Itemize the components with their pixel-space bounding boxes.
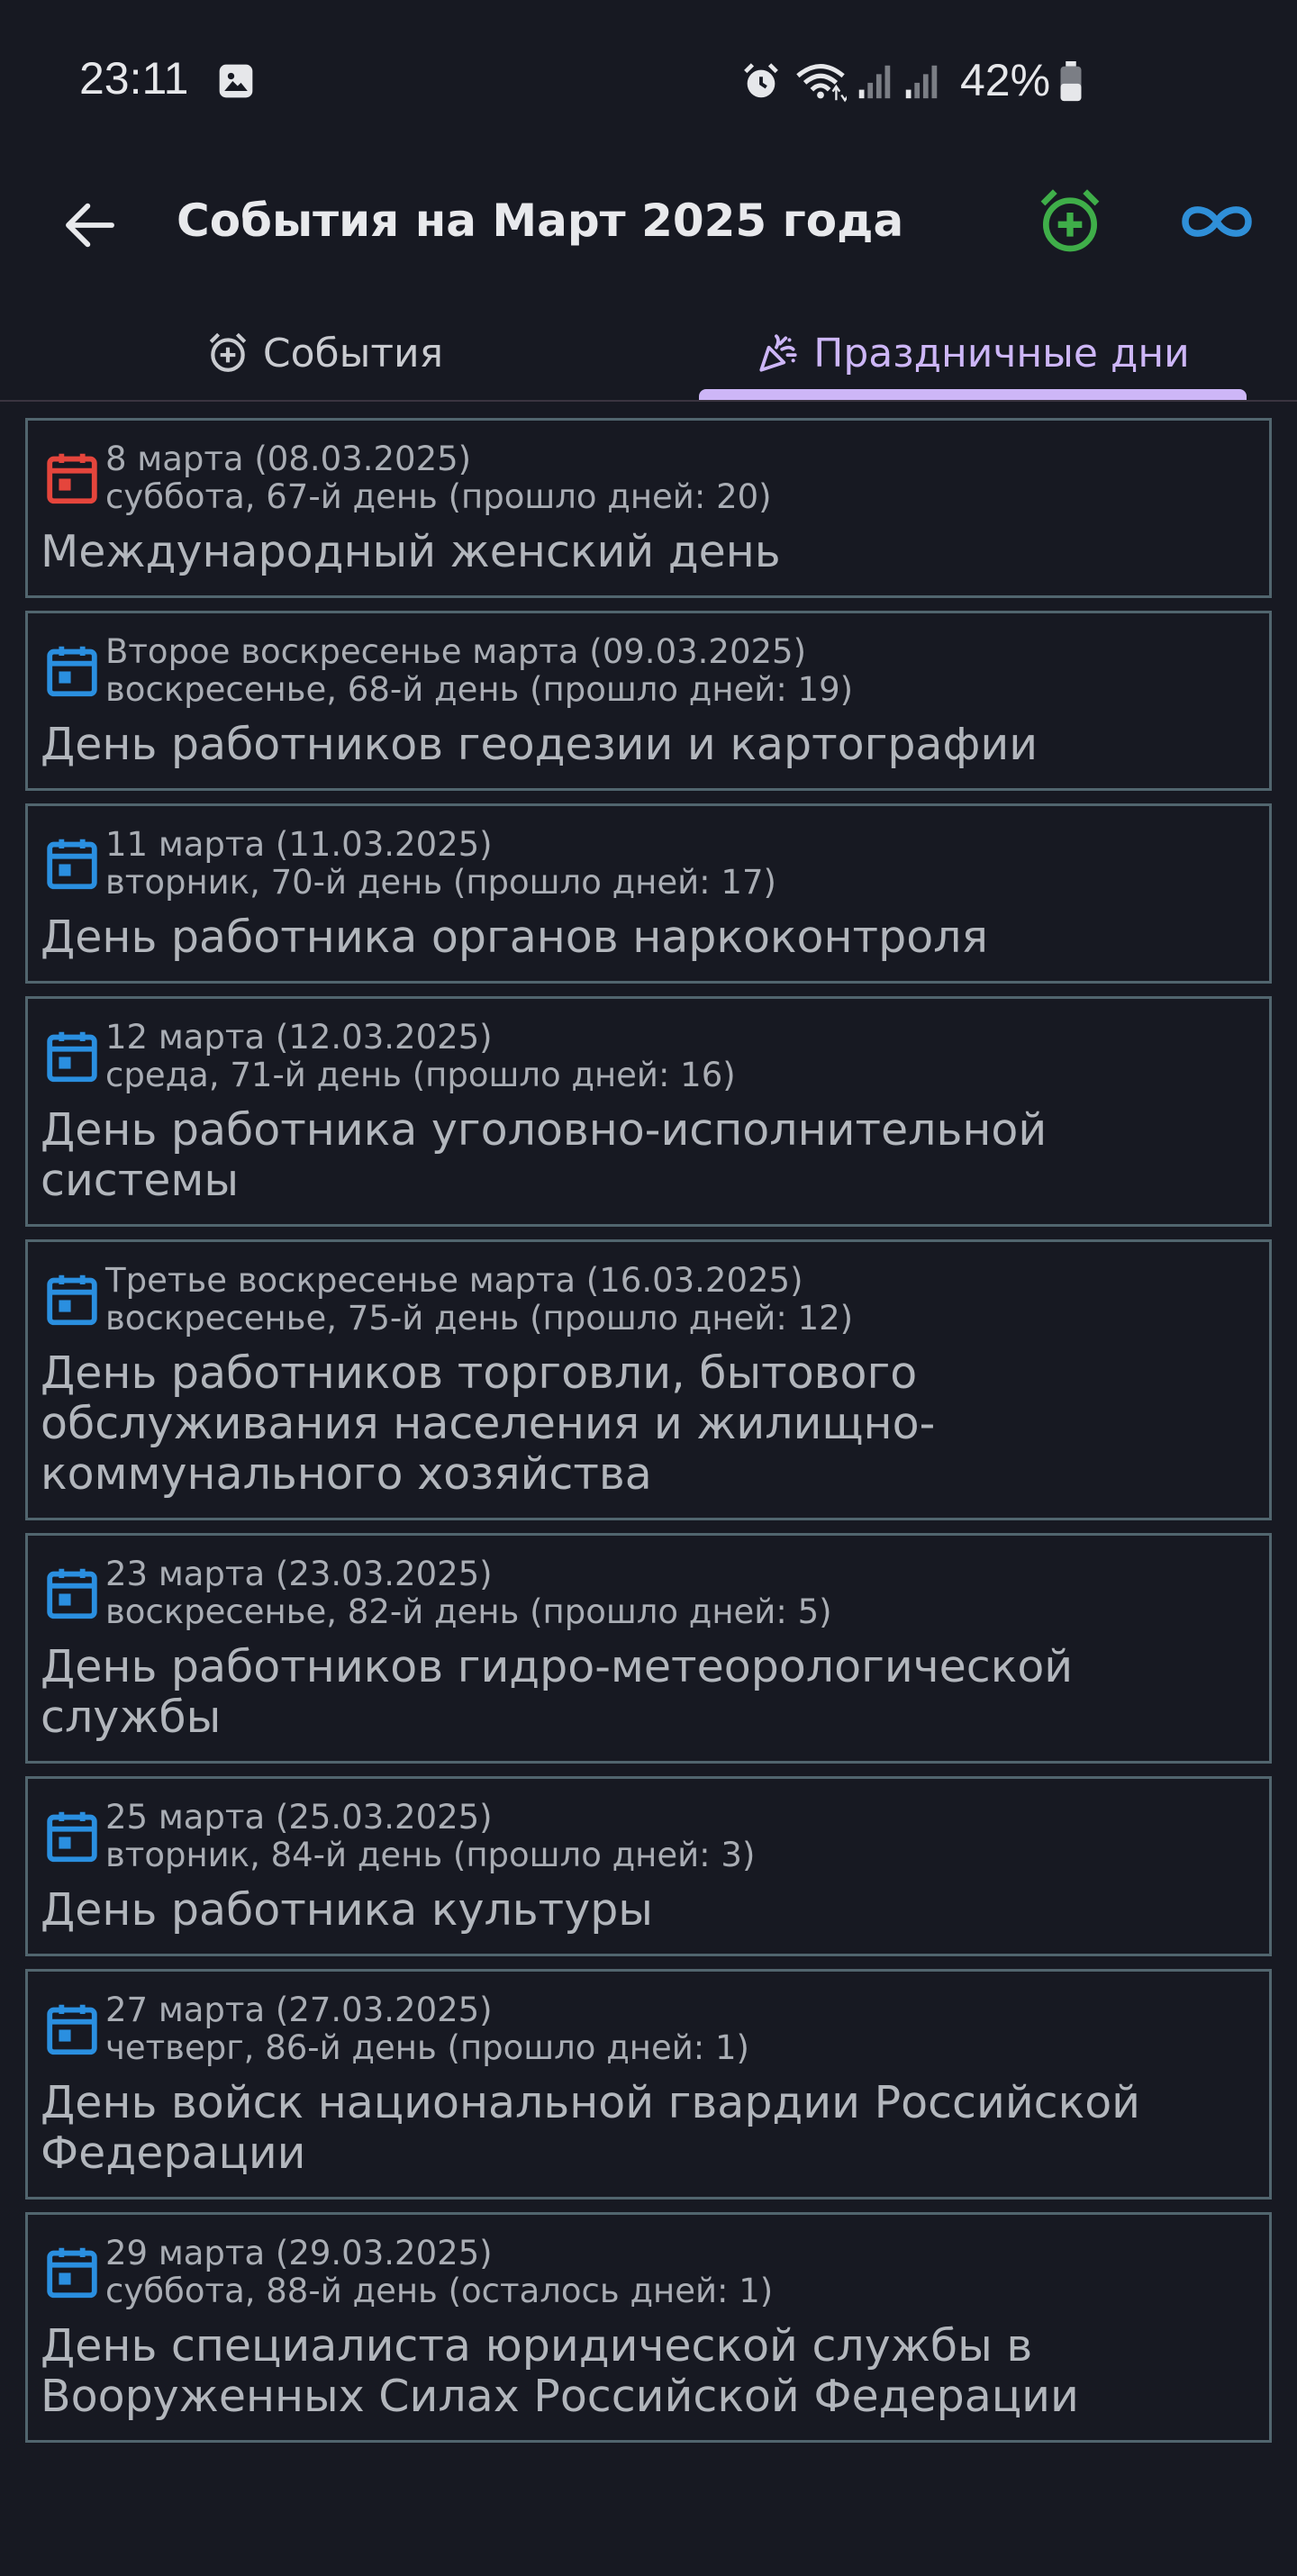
- card-dates: Третье воскресенье марта (16.03.2025) вос…: [105, 1262, 853, 1338]
- page-title: События на Март 2025 года: [177, 195, 904, 247]
- calendar-icon: [47, 2247, 97, 2299]
- holiday-day-info: воскресенье, 82-й день (прошло дней: 5): [105, 1592, 832, 1631]
- card-header: 27 марта (27.03.2025) четверг, 86-й день …: [41, 1991, 1258, 2067]
- calendar-icon: [47, 839, 97, 890]
- holiday-day-info: суббота, 88-й день (осталось дней: 1): [105, 2272, 774, 2310]
- holiday-day-info: четверг, 86-й день (прошло дней: 1): [105, 2028, 749, 2067]
- card-dates: 27 марта (27.03.2025) четверг, 86-й день …: [105, 1991, 749, 2067]
- card-dates: 23 марта (23.03.2025) воскресенье, 82-й д…: [105, 1556, 832, 1631]
- status-bar: 23:11 42%: [0, 0, 1297, 162]
- card-header: 12 марта (12.03.2025) среда, 71-й день (п…: [41, 1019, 1258, 1094]
- card-header: 8 марта (08.03.2025) суббота, 67-й день (…: [41, 440, 1258, 516]
- app-bar: События на Март 2025 года: [0, 162, 1297, 288]
- holiday-title: День специалиста юридической службы в Во…: [41, 2320, 1079, 2422]
- holiday-day-info: воскресенье, 68-й день (прошло дней: 19): [105, 670, 854, 709]
- tab-events[interactable]: События: [0, 306, 648, 400]
- tab-label: Праздничные дни: [813, 330, 1190, 376]
- holiday-title: День работника органов наркоконтроля: [41, 912, 988, 963]
- holiday-day-info: вторник, 84-й день (прошло дней: 3): [105, 1836, 756, 1874]
- list-item[interactable]: 25 марта (25.03.2025) вторник, 84-й день …: [25, 1776, 1272, 1956]
- card-header: 11 марта (11.03.2025) вторник, 70-й день …: [41, 826, 1258, 902]
- card-dates: 12 марта (12.03.2025) среда, 71-й день (п…: [105, 1019, 736, 1094]
- holiday-date: Третье воскресенье марта (16.03.2025): [105, 1261, 803, 1300]
- wifi-icon: [796, 64, 847, 103]
- list-item[interactable]: Второе воскресенье марта (09.03.2025) вос…: [25, 611, 1272, 791]
- holiday-date: 23 марта (23.03.2025): [105, 1555, 493, 1593]
- holiday-title: День работника уголовно-исполнительной с…: [41, 1104, 1048, 1206]
- tab-bar: События Праздничные дни: [0, 306, 1297, 402]
- alarm-icon: [744, 63, 778, 98]
- signal-icon: [858, 65, 891, 99]
- card-dates: 29 марта (29.03.2025) суббота, 88-й день …: [105, 2235, 773, 2310]
- card-header: Третье воскресенье марта (16.03.2025) вос…: [41, 1262, 1258, 1338]
- holiday-title: День работников геодезии и картографии: [41, 719, 1039, 770]
- card-dates: 8 марта (08.03.2025) суббота, 67-й день (…: [105, 440, 772, 516]
- holiday-day-info: вторник, 70-й день (прошло дней: 17): [105, 863, 776, 902]
- calendar-icon: [47, 646, 97, 697]
- list-item[interactable]: 8 марта (08.03.2025) суббота, 67-й день (…: [25, 418, 1272, 598]
- holiday-title: День работников торговли, бытового обслу…: [41, 1347, 936, 1500]
- card-dates: Второе воскресенье марта (09.03.2025) вос…: [105, 633, 853, 709]
- holiday-date: 25 марта (25.03.2025): [105, 1798, 493, 1837]
- holiday-title: День работников гидро-метеорологической …: [41, 1641, 1074, 1743]
- holiday-day-info: воскресенье, 75-й день (прошло дней: 12): [105, 1299, 854, 1338]
- list-item[interactable]: 12 марта (12.03.2025) среда, 71-й день (п…: [25, 996, 1272, 1227]
- infinity-icon[interactable]: [1176, 193, 1257, 250]
- back-button[interactable]: [54, 189, 126, 261]
- party-popper-icon: [759, 334, 797, 372]
- alarm-add-icon[interactable]: [1034, 186, 1106, 258]
- tab-holidays[interactable]: Праздничные дни: [648, 306, 1297, 400]
- signal-icon: [905, 65, 938, 99]
- gallery-icon: [219, 64, 253, 98]
- calendar-icon: [47, 1274, 97, 1326]
- list-item[interactable]: Третье воскресенье марта (16.03.2025) вос…: [25, 1239, 1272, 1520]
- holiday-date: 8 марта (08.03.2025): [105, 440, 472, 478]
- holiday-date: 11 марта (11.03.2025): [105, 825, 493, 864]
- holiday-day-info: среда, 71-й день (прошло дней: 16): [105, 1056, 736, 1094]
- holiday-title: Международный женский день: [41, 526, 781, 577]
- battery-icon: [1060, 61, 1082, 102]
- holiday-date: 29 марта (29.03.2025): [105, 2234, 493, 2272]
- arrow-back-icon: [66, 203, 114, 248]
- card-dates: 11 марта (11.03.2025) вторник, 70-й день …: [105, 826, 776, 902]
- card-header: 29 марта (29.03.2025) суббота, 88-й день …: [41, 2235, 1258, 2310]
- calendar-icon: [47, 1031, 97, 1083]
- holiday-date: 12 марта (12.03.2025): [105, 1018, 493, 1057]
- holiday-date: 27 марта (27.03.2025): [105, 1991, 493, 2029]
- card-dates: 25 марта (25.03.2025) вторник, 84-й день …: [105, 1799, 755, 1874]
- list-item[interactable]: 11 марта (11.03.2025) вторник, 70-й день …: [25, 803, 1272, 984]
- card-header: 25 марта (25.03.2025) вторник, 84-й день …: [41, 1799, 1258, 1874]
- calendar-icon: [47, 1811, 97, 1863]
- calendar-icon: [47, 1568, 97, 1619]
- list-item[interactable]: 29 марта (29.03.2025) суббота, 88-й день …: [25, 2212, 1272, 2443]
- selected-tab-indicator: [699, 389, 1247, 400]
- holiday-list: 8 марта (08.03.2025) суббота, 67-й день (…: [25, 418, 1272, 2455]
- card-header: 23 марта (23.03.2025) воскресенье, 82-й д…: [41, 1556, 1258, 1631]
- card-header: Второе воскресенье марта (09.03.2025) вос…: [41, 633, 1258, 709]
- alarm-add-icon: [209, 332, 247, 372]
- list-item[interactable]: 23 марта (23.03.2025) воскресенье, 82-й д…: [25, 1533, 1272, 1764]
- list-item[interactable]: 27 марта (27.03.2025) четверг, 86-й день …: [25, 1969, 1272, 2200]
- status-time: 23:11: [79, 53, 189, 104]
- tab-label: События: [262, 330, 444, 376]
- calendar-icon: [47, 2004, 97, 2055]
- holiday-date: Второе воскресенье марта (09.03.2025): [105, 632, 807, 671]
- battery-level: 42%: [960, 55, 1051, 105]
- calendar-icon: [47, 453, 97, 504]
- holiday-title: День войск национальной гвардии Российск…: [41, 2077, 1141, 2179]
- holiday-day-info: суббота, 67-й день (прошло дней: 20): [105, 477, 772, 516]
- holiday-title: День работника культуры: [41, 1884, 653, 1936]
- status-icons: 42%: [721, 54, 1297, 108]
